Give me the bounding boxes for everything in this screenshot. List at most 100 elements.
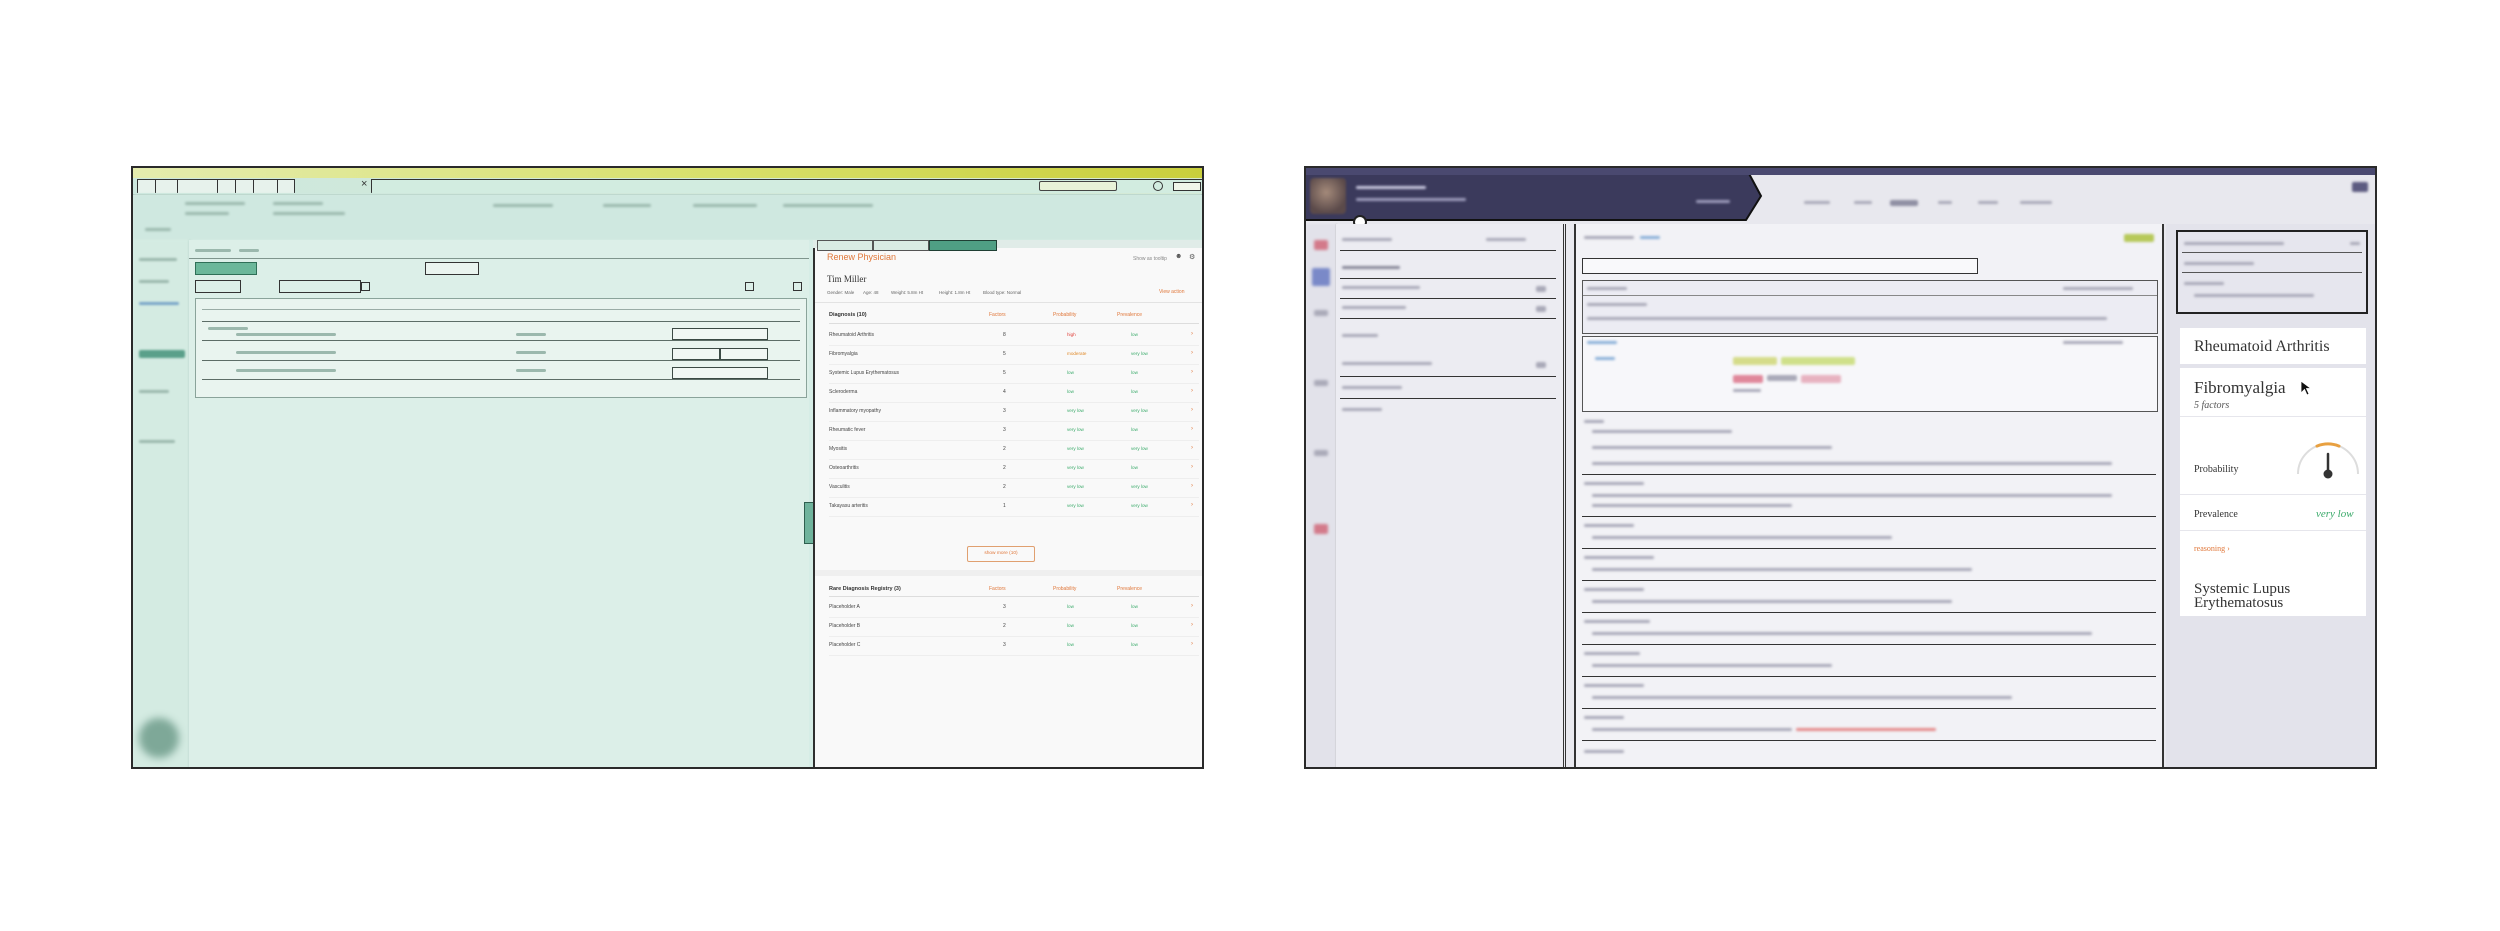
section-divider (815, 570, 1202, 576)
chevron-right-icon[interactable]: › (1191, 350, 1193, 356)
table-cell-input[interactable] (672, 328, 768, 340)
prevalence-value: low (1131, 389, 1138, 394)
factors-count: 2 (1003, 484, 1006, 490)
avatar[interactable] (1310, 178, 1346, 214)
chevron-right-icon[interactable]: › (1191, 388, 1193, 394)
table-cell-input[interactable] (720, 348, 768, 360)
toolbar-button[interactable] (1173, 182, 1201, 191)
record-search-input[interactable] (1582, 258, 1978, 274)
panel-title: Renew Physician (827, 252, 897, 262)
rare-diagnosis-row[interactable]: Placeholder C 3 low low › (829, 636, 1199, 656)
browser-tab[interactable] (217, 179, 237, 193)
diagnosis-row[interactable]: Inflammatory myopathy 3 very low very low › (829, 402, 1199, 422)
diagnosis-name: Osteoarthritis (829, 465, 859, 471)
search-icon[interactable] (1153, 181, 1163, 191)
diagnosis-row[interactable]: Systemic Lupus Erythematosus 5 low low › (829, 364, 1199, 384)
chevron-right-icon[interactable]: › (1191, 483, 1193, 489)
prevalence-value: low (1131, 604, 1138, 609)
factors-count: 3 (1003, 642, 1006, 648)
diagnosis-row[interactable]: Myositis 2 very low very low › (829, 440, 1199, 460)
rare-diagnosis-row[interactable]: Placeholder A 3 low low › (829, 598, 1199, 618)
panel-tab-active[interactable] (929, 240, 997, 251)
browser-tab[interactable] (253, 179, 279, 193)
left-checkbox[interactable] (361, 282, 370, 291)
panel-tab[interactable] (873, 240, 929, 251)
diagnosis-row[interactable]: Vasculitis 2 very low very low › (829, 478, 1199, 498)
address-input[interactable] (1039, 181, 1117, 191)
probability-value: moderate (1067, 351, 1087, 356)
prevalence-value: low (1131, 642, 1138, 647)
browser-tab[interactable] (177, 179, 219, 193)
diagnosis-row[interactable]: Osteoarthritis 2 very low low › (829, 459, 1199, 479)
chevron-right-icon[interactable]: › (1191, 407, 1193, 413)
diagnosis-name: Placeholder C (829, 642, 861, 648)
view-action-link[interactable]: View action (1159, 289, 1184, 295)
chevron-right-icon[interactable]: › (1191, 603, 1193, 609)
chevron-right-icon: › (2227, 544, 2230, 553)
left-primary-button[interactable] (195, 262, 257, 275)
user-icon[interactable]: ☻ (1175, 253, 1182, 260)
chevron-right-icon[interactable]: › (1191, 369, 1193, 375)
prevalence-value: very low (1131, 446, 1148, 451)
factors-column-header[interactable]: Factors (989, 586, 1006, 592)
panel-tab[interactable] (817, 240, 873, 251)
diagnosis-row[interactable]: Scleroderma 4 low low › (829, 383, 1199, 403)
chevron-right-icon[interactable]: › (1191, 464, 1193, 470)
prevalence-value: low (1131, 465, 1138, 470)
diagnosis-name: Systemic Lupus Erythematosus (829, 370, 900, 376)
gear-icon[interactable]: ⚙ (1189, 253, 1195, 261)
browser-tab[interactable] (277, 179, 295, 193)
left-checkbox[interactable] (745, 282, 754, 291)
left-tab-strip: × (133, 178, 1202, 195)
left-screenshot: × Renew Physician Show as tooltip ☻ ⚙ Ti… (131, 166, 1204, 769)
diagnosis-name: Rheumatic fever (829, 427, 866, 433)
diagnosis-row[interactable]: Fibromyalgia 5 moderate very low › (829, 345, 1199, 365)
left-dropdown[interactable] (195, 280, 241, 293)
factors-count: 4 (1003, 389, 1006, 395)
reasoning-link[interactable]: reasoning › (2194, 544, 2230, 553)
probability-value: low (1067, 389, 1074, 394)
chevron-right-icon[interactable]: › (1191, 331, 1193, 337)
browser-tab[interactable] (155, 179, 179, 193)
panel-tab-strip (813, 240, 1202, 251)
probability-column-header[interactable]: Probability (1053, 586, 1076, 592)
diagnosis-row[interactable]: Rheumatic fever 3 very low low › (829, 421, 1199, 441)
probability-column-header[interactable]: Probability (1053, 312, 1076, 318)
diagnosis-name: Takayasu arteritis (829, 503, 868, 509)
diagnosis-row[interactable]: Rheumatoid Arthritis 8 high low › (829, 326, 1199, 346)
left-breadcrumb (189, 244, 809, 259)
factors-column-header[interactable]: Factors (989, 312, 1006, 318)
chevron-right-icon[interactable]: › (1191, 622, 1193, 628)
patient-meta: Height: 1.8m Ht (939, 290, 971, 295)
chevron-right-icon[interactable]: › (1191, 445, 1193, 451)
chevron-right-icon[interactable]: › (1191, 641, 1193, 647)
probability-value: low (1067, 604, 1074, 609)
rare-diagnosis-row[interactable]: Placeholder B 2 low low › (829, 617, 1199, 637)
patient-meta: Age: 48 (863, 290, 879, 295)
left-title-bar (133, 168, 1202, 178)
factors-count: 3 (1003, 408, 1006, 414)
patient-meta: Blood type: Normal (983, 290, 1022, 295)
diagnosis-card-title: Fibromyalgia (2194, 378, 2286, 397)
diagnosis-row[interactable]: Takayasu arteritis 1 very low very low › (829, 497, 1199, 517)
browser-tab[interactable] (235, 179, 255, 193)
prevalence-column-header[interactable]: Prevalence (1117, 586, 1142, 592)
diagnosis-panel: Renew Physician Show as tooltip ☻ ⚙ Tim … (813, 240, 1202, 767)
browser-tab[interactable] (137, 179, 157, 193)
tooltip-link[interactable]: Show as tooltip (1133, 256, 1167, 262)
probability-label: Probability (2194, 464, 2239, 475)
chevron-right-icon[interactable]: › (1191, 502, 1193, 508)
diagnosis-card-rheumatoid-arthritis[interactable]: Rheumatoid Arthritis (2180, 328, 2366, 364)
table-cell-input[interactable] (672, 348, 720, 360)
diagnosis-card-systemic-lupus[interactable]: Systemic Lupus Erythematosus (2180, 576, 2366, 616)
show-more-button[interactable]: show more (10) (967, 546, 1035, 562)
left-filter-input[interactable] (425, 262, 479, 275)
chevron-right-icon[interactable]: › (1191, 426, 1193, 432)
left-checkbox[interactable] (793, 282, 802, 291)
table-cell-input[interactable] (672, 367, 768, 379)
rare-diagnosis-header: Rare Diagnosis Registry (3) (829, 586, 901, 592)
close-icon[interactable]: × (361, 178, 367, 190)
record-detail-box (1582, 336, 2158, 412)
left-date-input[interactable] (279, 280, 361, 293)
prevalence-column-header[interactable]: Prevalence (1117, 312, 1142, 318)
